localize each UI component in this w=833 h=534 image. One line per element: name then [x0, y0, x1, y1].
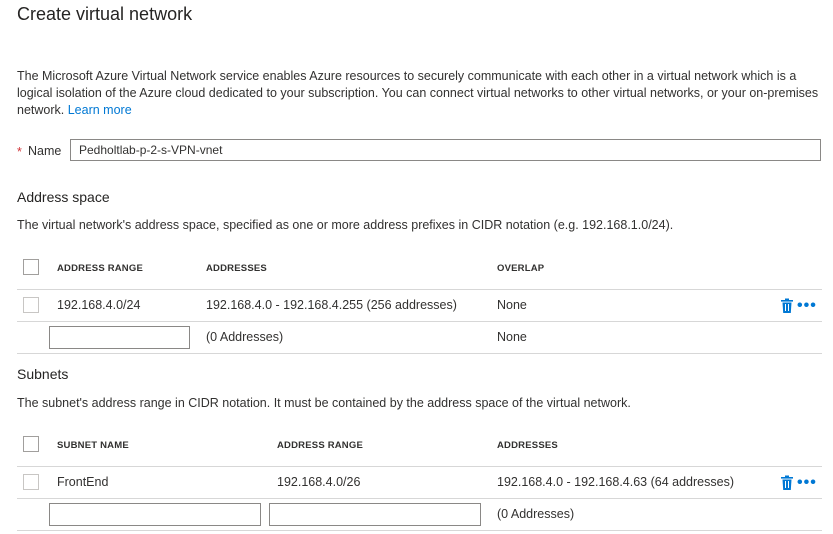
new-subnet-addresses-cell: (0 Addresses)	[497, 507, 575, 521]
address-space-hint: The virtual network's address space, spe…	[17, 218, 674, 232]
new-subnet-range-input[interactable]	[269, 503, 481, 526]
divider	[17, 321, 822, 322]
column-header-addresses: ADDRESSES	[206, 263, 267, 274]
address-space-title: Address space	[17, 189, 110, 205]
intro-description: The Microsoft Azure Virtual Network serv…	[17, 68, 822, 119]
divider	[17, 466, 822, 467]
new-overlap-cell: None	[497, 330, 527, 344]
subnets-select-all-checkbox[interactable]	[23, 436, 39, 452]
column-header-subnet-addresses: ADDRESSES	[497, 440, 558, 451]
trash-icon[interactable]	[780, 475, 794, 494]
overlap-cell: None	[497, 298, 527, 312]
required-marker: *	[17, 145, 22, 159]
new-addresses-cell: (0 Addresses)	[206, 330, 284, 344]
divider	[17, 289, 822, 290]
subnets-title: Subnets	[17, 366, 69, 382]
column-header-subnet-address-range: ADDRESS RANGE	[277, 440, 363, 451]
column-header-address-range: ADDRESS RANGE	[57, 263, 143, 274]
divider	[17, 530, 822, 531]
name-label: Name	[28, 144, 62, 158]
more-actions-button[interactable]: •••	[797, 298, 817, 314]
divider	[17, 498, 822, 499]
page-title: Create virtual network	[17, 4, 193, 24]
trash-icon[interactable]	[780, 298, 794, 317]
row-checkbox[interactable]	[23, 297, 39, 313]
new-subnet-name-input[interactable]	[49, 503, 261, 526]
subnets-hint: The subnet's address range in CIDR notat…	[17, 396, 631, 410]
column-header-overlap: OVERLAP	[497, 263, 545, 274]
address-space-select-all-checkbox[interactable]	[23, 259, 39, 275]
subnet-range-cell: 192.168.4.0/26	[277, 475, 361, 489]
name-field[interactable]	[70, 139, 821, 161]
divider	[17, 353, 822, 354]
learn-more-link[interactable]: Learn more	[68, 103, 132, 117]
more-actions-button[interactable]: •••	[797, 475, 817, 491]
row-checkbox[interactable]	[23, 474, 39, 490]
new-address-range-input[interactable]	[49, 326, 190, 349]
subnet-addresses-cell: 192.168.4.0 - 192.168.4.63 (64 addresses…	[497, 475, 734, 489]
addresses-cell: 192.168.4.0 - 192.168.4.255 (256 address…	[206, 298, 457, 312]
address-range-cell: 192.168.4.0/24	[57, 298, 141, 312]
column-header-subnet-name: SUBNET NAME	[57, 440, 129, 451]
intro-text: The Microsoft Azure Virtual Network serv…	[17, 69, 819, 117]
subnet-name-cell: FrontEnd	[57, 475, 109, 489]
